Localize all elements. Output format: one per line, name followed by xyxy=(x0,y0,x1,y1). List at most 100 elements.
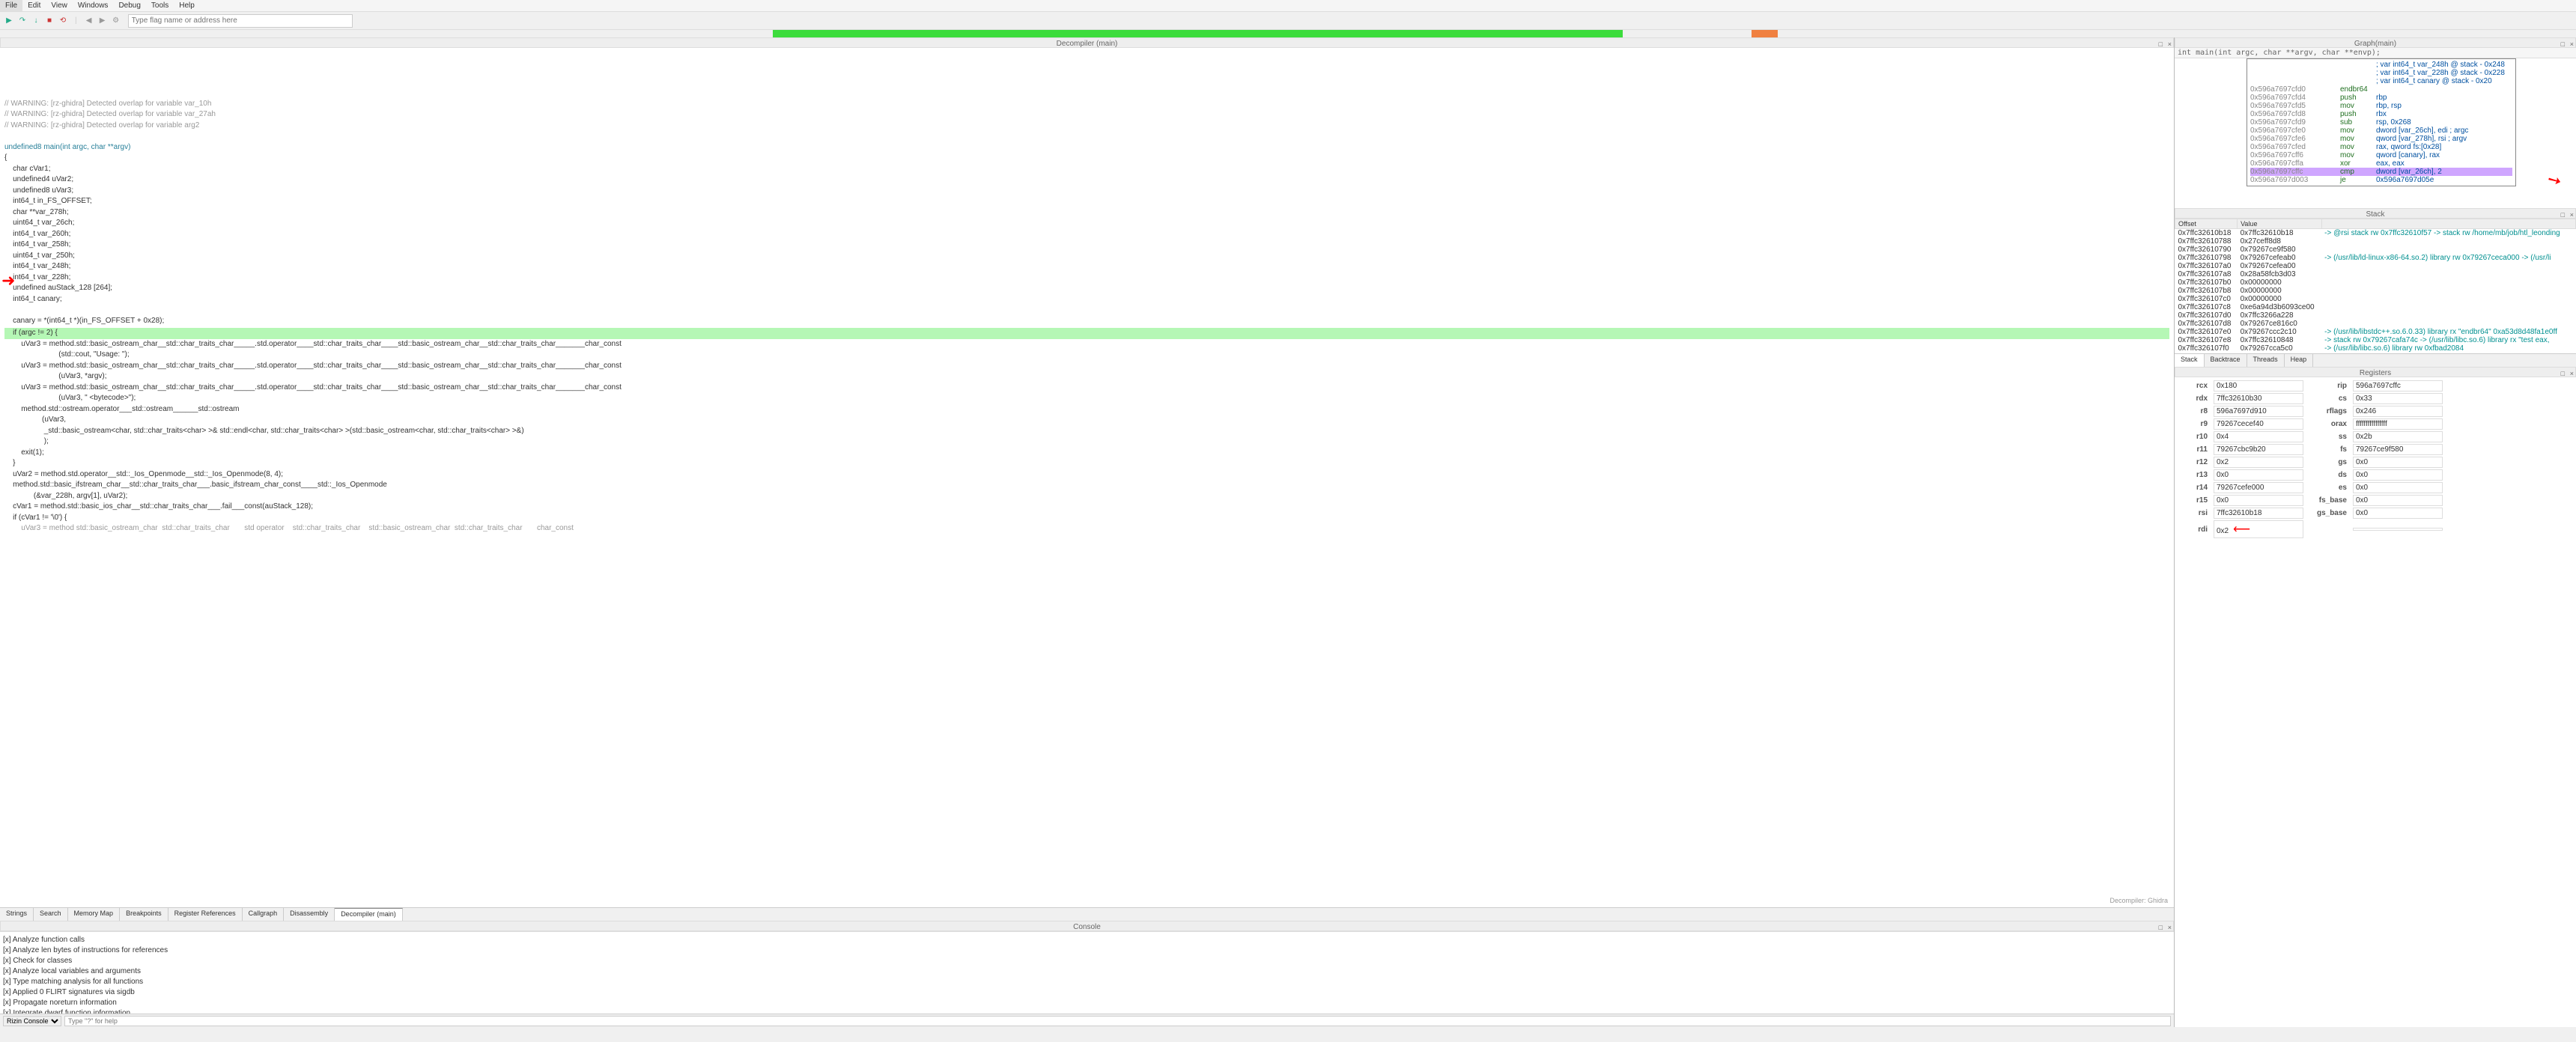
tab-disassembly[interactable]: Disassembly xyxy=(284,908,335,921)
stack-row[interactable]: 0x7ffc326107b00x00000000 xyxy=(2175,278,2576,287)
registers-view[interactable]: rcx0x180rip596a7697cffcrdx7ffc32610b30cs… xyxy=(2175,377,2576,1027)
code-line[interactable]: if (argc != 2) { xyxy=(4,328,2169,339)
asm-line[interactable]: 0x596a7697cfd0endbr64 xyxy=(2250,85,2512,94)
asm-line[interactable]: ; var int64_t var_248h @ stack - 0x248 xyxy=(2250,61,2512,69)
stack-row[interactable]: 0x7ffc326107e00x79267ccc2c10-> (/usr/lib… xyxy=(2175,328,2576,336)
code-line[interactable]: (std::cout, "Usage: "); xyxy=(4,350,2169,361)
code-line[interactable]: uVar3 = method std::basic_ostream_char s… xyxy=(4,523,2169,534)
register-value[interactable]: 7ffc32610b30 xyxy=(2214,393,2303,404)
tab-breakpoints[interactable]: Breakpoints xyxy=(120,908,168,921)
stack-header[interactable]: Value xyxy=(2238,219,2322,229)
code-line[interactable]: undefined8 uVar3; xyxy=(4,186,2169,197)
close-icon[interactable]: × xyxy=(2168,922,2172,933)
debug-tab-backtrace[interactable]: Backtrace xyxy=(2205,354,2247,367)
code-line[interactable]: (&var_228h, argv[1], uVar2); xyxy=(4,491,2169,502)
maximize-icon[interactable]: □ xyxy=(2561,210,2565,220)
register-value[interactable]: 79267cefe000 xyxy=(2214,482,2303,493)
register-value[interactable]: 0x2⟵ xyxy=(2214,520,2303,538)
code-line[interactable]: if (cVar1 != '\0') { xyxy=(4,513,2169,524)
bottom-tabstrip[interactable]: StringsSearchMemory MapBreakpointsRegist… xyxy=(0,907,2174,921)
register-value[interactable]: 0x0 xyxy=(2214,495,2303,506)
code-line[interactable]: (uVar3, *argv); xyxy=(4,371,2169,383)
gear-icon[interactable]: ⚙ xyxy=(110,15,122,27)
stack-row[interactable]: 0x7ffc326107b80x00000000 xyxy=(2175,287,2576,295)
console-selector[interactable]: Rizin Console xyxy=(3,1016,61,1026)
code-line[interactable]: char cVar1; xyxy=(4,164,2169,175)
console-input[interactable] xyxy=(64,1016,2171,1026)
stack-row[interactable]: 0x7ffc326107d00x7ffc3266a228 xyxy=(2175,311,2576,320)
tab-register-references[interactable]: Register References xyxy=(168,908,243,921)
code-line[interactable]: (uVar3, " <bytecode>"); xyxy=(4,393,2169,404)
restart-icon[interactable]: ⟲ xyxy=(57,15,69,27)
stack-row[interactable]: 0x7ffc326107c00x00000000 xyxy=(2175,295,2576,303)
register-value[interactable]: 0x33 xyxy=(2353,393,2443,404)
code-line[interactable]: _std::basic_ostream<char, std::char_trai… xyxy=(4,426,2169,437)
asm-line[interactable]: 0x596a7697cff6movqword [canary], rax xyxy=(2250,151,2512,159)
menu-windows[interactable]: Windows xyxy=(73,0,114,11)
asm-line[interactable]: 0x596a7697cfd4pushrbp xyxy=(2250,94,2512,102)
code-line[interactable]: method.std::basic_ifstream_char__std::ch… xyxy=(4,480,2169,491)
asm-line[interactable]: ; var int64_t canary @ stack - 0x20 xyxy=(2250,77,2512,85)
code-line[interactable]: } xyxy=(4,458,2169,469)
register-value[interactable]: 0x0 xyxy=(2353,508,2443,519)
register-value[interactable]: 0x2b xyxy=(2353,431,2443,442)
code-line[interactable]: undefined8 main(int argc, char **argv) xyxy=(4,142,2169,153)
code-line[interactable]: int64_t in_FS_OFFSET; xyxy=(4,196,2169,207)
register-value[interactable]: 0x180 xyxy=(2214,380,2303,391)
asm-line[interactable]: 0x596a7697cfd9subrsp, 0x268 xyxy=(2250,118,2512,127)
code-line[interactable]: int64_t var_228h; xyxy=(4,272,2169,284)
asm-line[interactable]: 0x596a7697cfe6movqword [var_278h], rsi ;… xyxy=(2250,135,2512,143)
tab-decompiler-main-[interactable]: Decompiler (main) xyxy=(335,908,403,921)
menu-help[interactable]: Help xyxy=(174,0,200,11)
register-value[interactable]: 0x0 xyxy=(2353,469,2443,481)
code-line[interactable]: int64_t var_258h; xyxy=(4,240,2169,251)
menu-file[interactable]: File xyxy=(0,0,22,11)
code-line[interactable]: undefined auStack_128 [264]; xyxy=(4,283,2169,294)
stack-row[interactable]: 0x7ffc326107880x27ceff8d8 xyxy=(2175,237,2576,246)
register-value[interactable]: 0x246 xyxy=(2353,406,2443,417)
code-line[interactable] xyxy=(4,305,2169,316)
console-output[interactable]: [x] Analyze function calls[x] Analyze le… xyxy=(0,931,2174,1014)
register-value[interactable]: 596a7697d910 xyxy=(2214,406,2303,417)
menu-tools[interactable]: Tools xyxy=(146,0,174,11)
register-value[interactable]: 0x0 xyxy=(2353,495,2443,506)
code-line[interactable]: // WARNING: [rz-ghidra] Detected overlap… xyxy=(4,109,2169,121)
code-line[interactable]: canary = *(int64_t *)(in_FS_OFFSET + 0x2… xyxy=(4,316,2169,327)
debug-tab-threads[interactable]: Threads xyxy=(2247,354,2285,367)
register-value[interactable]: 596a7697cffc xyxy=(2353,380,2443,391)
code-line[interactable]: ); xyxy=(4,436,2169,448)
stack-header[interactable]: Offset xyxy=(2175,219,2238,229)
asm-line[interactable]: 0x596a7697cffaxoreax, eax xyxy=(2250,159,2512,168)
code-line[interactable]: method.std::ostream.operator___std::ostr… xyxy=(4,404,2169,415)
menu-debug[interactable]: Debug xyxy=(113,0,145,11)
code-line[interactable]: uVar2 = method.std.operator__std::_Ios_O… xyxy=(4,469,2169,481)
code-line[interactable]: cVar1 = method.std::basic_ios_char__std:… xyxy=(4,502,2169,513)
stack-row[interactable]: 0x7ffc326107a00x79267cefea00 xyxy=(2175,262,2576,270)
close-icon[interactable]: × xyxy=(2570,210,2574,220)
register-value[interactable]: 7ffc32610b18 xyxy=(2214,508,2303,519)
code-line[interactable]: int64_t canary; xyxy=(4,294,2169,305)
code-line[interactable]: { xyxy=(4,153,2169,164)
asm-line[interactable]: ; var int64_t var_228h @ stack - 0x228 xyxy=(2250,69,2512,77)
code-line[interactable]: exit(1); xyxy=(4,448,2169,459)
register-value[interactable]: 79267cbc9b20 xyxy=(2214,444,2303,455)
asm-line[interactable]: 0x596a7697cffccmpdword [var_26ch], 2 xyxy=(2250,168,2512,176)
register-value[interactable]: 0x0 xyxy=(2353,457,2443,468)
stack-view[interactable]: OffsetValue0x7ffc32610b180x7ffc32610b18-… xyxy=(2175,219,2576,353)
step-into-icon[interactable]: ↓ xyxy=(30,15,42,27)
register-value[interactable]: 0x2 xyxy=(2214,457,2303,468)
step-over-icon[interactable]: ↷ xyxy=(16,15,28,27)
code-line[interactable] xyxy=(4,131,2169,142)
asm-line[interactable]: 0x596a7697cfd8pushrbx xyxy=(2250,110,2512,118)
maximize-icon[interactable]: □ xyxy=(2561,368,2565,379)
close-icon[interactable]: × xyxy=(2570,368,2574,379)
debug-tab-stack[interactable]: Stack xyxy=(2175,354,2205,367)
menu-edit[interactable]: Edit xyxy=(22,0,46,11)
asm-line[interactable]: 0x596a7697d003je0x596a7697d05e xyxy=(2250,176,2512,184)
tab-search[interactable]: Search xyxy=(34,908,68,921)
graph-view[interactable]: ; var int64_t var_248h @ stack - 0x248; … xyxy=(2175,58,2576,208)
stack-row[interactable]: 0x7ffc326107980x79267cefeab0-> (/usr/lib… xyxy=(2175,254,2576,262)
tab-strings[interactable]: Strings xyxy=(0,908,34,921)
asm-line[interactable]: 0x596a7697cfedmovrax, qword fs:[0x28] xyxy=(2250,143,2512,151)
menu-bar[interactable]: FileEditViewWindowsDebugToolsHelp xyxy=(0,0,2576,12)
